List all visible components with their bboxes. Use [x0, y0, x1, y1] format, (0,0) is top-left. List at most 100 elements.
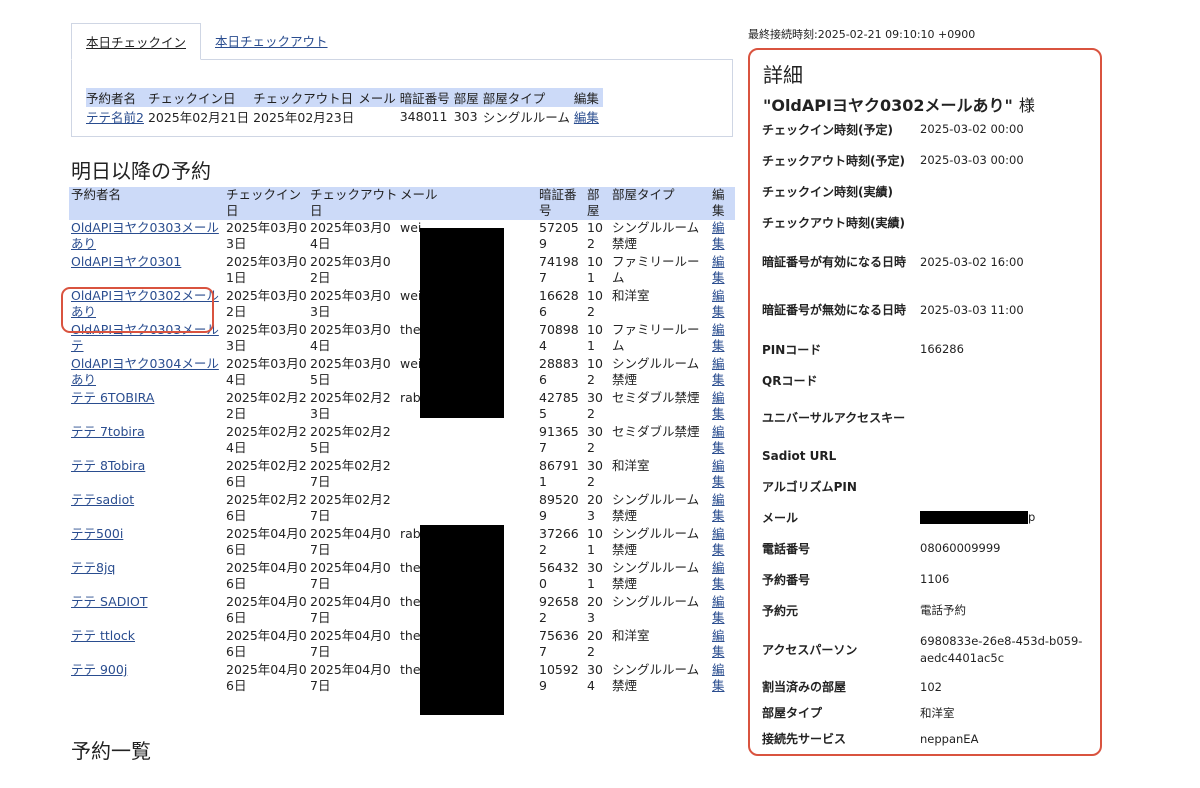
tab-today-checkin[interactable]: 本日チェックイン — [71, 23, 202, 60]
table-row: テテ ttlock 2025年04月06日 2025年04月07日 thee 75636… — [69, 628, 735, 662]
future-cell-checkin: 2025年03月01日 — [226, 254, 307, 285]
guest-name-link[interactable]: OldAPIヨヤク0303メールテ — [71, 322, 219, 353]
edit-link[interactable]: 編集 — [712, 458, 725, 489]
table-row: OldAPIヨヤク0302メールあり 2025年03月02日 2025年03月03日… — [69, 288, 735, 322]
edit-link[interactable]: 編集 — [712, 560, 725, 591]
future-cell-checkout: 2025年04月07日 — [310, 594, 391, 625]
future-cell-checkin: 2025年02月26日 — [226, 492, 307, 523]
today-checkin-table: 予約者名 チェックイン日 チェックアウト日 メール 暗証番号 部屋 部屋タイプ 編集 テテ名前… — [86, 88, 603, 126]
future-cell-checkout: 2025年02月23日 — [310, 390, 391, 421]
future-cell-edit: 編集 — [710, 628, 735, 662]
future-cell-name: テテ ttlock — [69, 628, 224, 662]
table-row: テテ500i 2025年04月06日 2025年04月07日 rabl 372662 10… — [69, 526, 735, 560]
guest-name-link[interactable]: テテ 7tobira — [71, 424, 145, 439]
future-cell-pin: 741987 — [539, 254, 579, 285]
guest-name-link[interactable]: テテ SADIOT — [71, 594, 147, 609]
edit-link[interactable]: 編集 — [712, 424, 725, 455]
detail-label: チェックイン時刻(実績) — [762, 184, 893, 199]
edit-link[interactable]: 編集 — [712, 220, 725, 251]
edit-link[interactable]: 編集 — [712, 594, 725, 625]
future-cell-checkout: 2025年04月07日 — [310, 662, 391, 693]
detail-row: チェックイン時刻(実績) — [762, 176, 1092, 207]
edit-link[interactable]: 編集 — [712, 288, 725, 319]
today-col-header: 部屋 — [453, 88, 483, 107]
edit-link[interactable]: 編集 — [574, 110, 599, 125]
guest-name-link[interactable]: OldAPIヨヤク0301 — [71, 254, 181, 269]
future-reservations-heading: 明日以降の予約 — [71, 159, 211, 183]
future-cell-edit: 編集 — [710, 492, 735, 526]
detail-row: 暗証番号が無効になる日時 2025-03-03 11:00 — [762, 286, 1092, 334]
future-cell-pin: 756367 — [539, 628, 579, 659]
detail-label: ユニバーサルアクセスキー — [762, 411, 906, 425]
detail-row: アクセスパーソン 6980833e-26e8-453d-b059-aedc4401… — [762, 626, 1092, 674]
future-cell-type: 和洋室 — [612, 288, 650, 303]
detail-row: チェックアウト時刻(実績) — [762, 207, 1092, 238]
tab-today-checkout[interactable]: 本日チェックアウト — [201, 23, 342, 60]
today-col-header: 暗証番号 — [399, 88, 454, 107]
detail-row: 接続先サービス neppanEA — [762, 726, 1092, 752]
redaction-block-1 — [420, 228, 504, 418]
detail-label: 部屋タイプ — [762, 706, 823, 720]
detail-row: 割当済みの部屋 102 — [762, 674, 1092, 700]
edit-link[interactable]: 編集 — [712, 254, 725, 285]
future-cell-room: 301 — [587, 560, 603, 591]
guest-name-link[interactable]: OldAPIヨヤク0303メールあり — [71, 220, 219, 251]
edit-link[interactable]: 編集 — [712, 356, 725, 387]
future-cell-room: 304 — [587, 662, 603, 693]
detail-value: 102 — [920, 679, 942, 694]
future-cell-edit: 編集 — [710, 356, 735, 390]
detail-row: 電話番号 08060009999 — [762, 533, 1092, 564]
edit-link[interactable]: 編集 — [712, 526, 725, 557]
future-cell-room: 102 — [587, 356, 603, 387]
guest-name-link[interactable]: テテ 900j — [71, 662, 127, 677]
guest-name-link[interactable]: テテ 8Tobira — [71, 458, 145, 473]
future-cell-room: 102 — [587, 220, 603, 251]
future-cell-edit: 編集 — [710, 254, 735, 288]
future-cell-checkout: 2025年02月25日 — [310, 424, 391, 455]
guest-name: "OldAPIヨヤク0302メールあり" — [763, 96, 1013, 115]
future-cell-name: テテ SADIOT — [69, 594, 224, 628]
detail-row: PINコード 166286 — [762, 334, 1092, 365]
future-cell-type: ファミリールーム — [612, 322, 700, 353]
guest-name-link[interactable]: テテ8jq — [71, 560, 115, 575]
future-cell-checkout: 2025年03月04日 — [310, 220, 391, 251]
today-col-header: チェックイン日 — [147, 88, 254, 107]
edit-link[interactable]: 編集 — [712, 662, 725, 693]
table-row: OldAPIヨヤク0301 2025年03月01日 2025年03月02日 74198… — [69, 254, 735, 288]
table-row: テテsadiot 2025年02月26日 2025年02月27日 895209 203 シ… — [69, 492, 735, 526]
edit-link[interactable]: 編集 — [712, 322, 725, 353]
future-cell-room: 102 — [587, 288, 603, 319]
future-cell-mail — [398, 458, 537, 492]
detail-row: 予約元 電話予約 — [762, 595, 1092, 626]
guest-name-link[interactable]: OldAPIヨヤク0304メールあり — [71, 356, 219, 387]
detail-value: 2025-03-02 16:00 — [920, 254, 1024, 269]
future-cell-mail — [398, 424, 537, 458]
today-cell-checkin: 2025年02月21日 — [147, 110, 250, 125]
guest-name-link[interactable]: テテ名前2 — [86, 110, 144, 125]
future-cell-checkout: 2025年03月02日 — [310, 254, 391, 285]
future-cell-name: OldAPIヨヤク0303メールあり — [69, 220, 224, 254]
guest-name-link[interactable]: OldAPIヨヤク0302メールあり — [71, 288, 219, 319]
edit-link[interactable]: 編集 — [712, 628, 725, 659]
edit-link[interactable]: 編集 — [712, 492, 725, 523]
future-cell-edit: 編集 — [710, 424, 735, 458]
guest-name-link[interactable]: テテ ttlock — [71, 628, 135, 643]
detail-label: Sadiot URL — [762, 448, 837, 463]
guest-name-link[interactable]: テテsadiot — [71, 492, 134, 507]
detail-value: 和洋室 — [920, 705, 955, 720]
edit-link[interactable]: 編集 — [712, 390, 725, 421]
detail-value — [920, 207, 1092, 238]
detail-label: メール — [762, 510, 799, 525]
future-cell-room: 302 — [587, 458, 603, 489]
today-cell-name: テテ名前2 — [86, 107, 148, 126]
detail-label: アルゴリズムPIN — [762, 479, 857, 494]
future-cell-name: OldAPIヨヤク0304メールあり — [69, 356, 224, 390]
future-col-header: 暗証番号 — [537, 187, 585, 220]
guest-name-link[interactable]: テテ 6TOBIRA — [71, 390, 154, 405]
table-row: テテ8jq 2025年04月06日 2025年04月07日 thee 564320 301… — [69, 560, 735, 594]
future-cell-pin: 288836 — [539, 356, 579, 387]
future-cell-checkout: 2025年04月07日 — [310, 628, 391, 659]
future-cell-room: 203 — [587, 492, 603, 523]
guest-name-link[interactable]: テテ500i — [71, 526, 123, 541]
future-cell-name: OldAPIヨヤク0303メールテ — [69, 322, 224, 356]
